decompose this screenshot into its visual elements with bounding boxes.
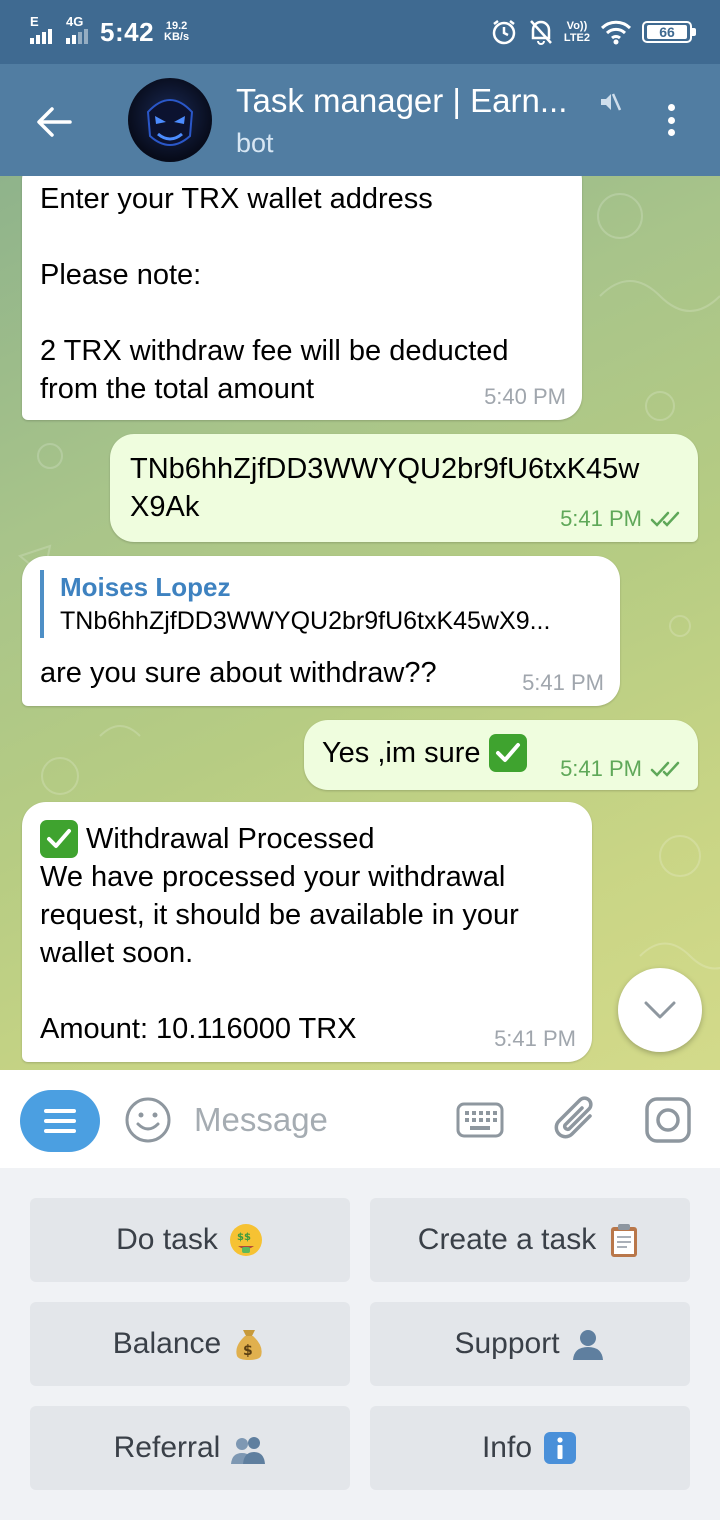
money-mouth-face-icon: $$ xyxy=(229,1224,262,1256)
bot-keyboard: Do task $$ Create a task Balance $ Suppo… xyxy=(0,1168,720,1520)
reply-snippet: TNb6hhZjfDD3WWYQU2br9fU6txK45wX9... xyxy=(60,607,551,635)
svg-text:$: $ xyxy=(243,1343,253,1359)
mask-avatar-icon xyxy=(146,99,194,146)
check-mark-button-emoji xyxy=(40,820,78,858)
message-text: are you sure about withdraw?? xyxy=(40,657,437,689)
balance-button[interactable]: Balance $ xyxy=(30,1302,350,1386)
status-right: Vo)) LTE2 66 xyxy=(490,14,696,50)
message-outgoing[interactable]: Yes ,im sure 5:41 PM xyxy=(304,720,698,790)
wifi-icon xyxy=(600,20,632,45)
message-time: 5:40 PM xyxy=(484,384,566,409)
message-incoming[interactable]: Enter your TRX wallet address Please not… xyxy=(22,176,582,420)
do-task-button[interactable]: Do task $$ xyxy=(30,1198,350,1282)
message-time: 5:41 PM xyxy=(560,756,684,782)
mute-notifications-icon xyxy=(529,20,552,45)
message-input-bar xyxy=(0,1070,720,1168)
message-time: 5:41 PM xyxy=(494,1026,576,1051)
info-button[interactable]: Info xyxy=(370,1406,690,1490)
alarm-icon xyxy=(492,20,516,45)
create-task-button[interactable]: Create a task xyxy=(370,1198,690,1282)
more-vert-icon[interactable] xyxy=(656,100,686,140)
support-button[interactable]: Support xyxy=(370,1302,690,1386)
signal-4g-icon: 4G xyxy=(64,14,90,46)
camera-icon[interactable] xyxy=(644,1096,692,1144)
scroll-down-button[interactable] xyxy=(618,968,702,1052)
message-incoming[interactable]: Withdrawal Processed We have processed y… xyxy=(22,802,592,1062)
message-input[interactable] xyxy=(194,1098,434,1142)
reply-preview[interactable]: Moises Lopez TNb6hhZjfDD3WWYQU2br9fU6txK… xyxy=(40,570,606,638)
message-text: We have processed your withdrawal reques… xyxy=(40,861,519,1045)
reply-sender-name: Moises Lopez xyxy=(60,572,231,602)
svg-text:$$: $$ xyxy=(237,1232,251,1243)
message-title: Withdrawal Processed xyxy=(86,823,375,855)
battery-icon: 66 xyxy=(642,21,696,43)
double-check-icon xyxy=(650,761,680,777)
status-left: E 4G 5:42 19.2 KB/s xyxy=(28,14,189,50)
double-check-icon xyxy=(650,511,680,527)
message-outgoing[interactable]: TNb6hhZjfDD3WWYQU2br9fU6txK45w X9Ak 5:41… xyxy=(110,434,698,542)
message-text: Enter your TRX wallet address Please not… xyxy=(40,183,509,405)
avatar[interactable] xyxy=(128,78,212,162)
muted-speaker-icon xyxy=(601,93,622,111)
clock: 5:42 xyxy=(100,16,155,47)
attach-icon[interactable] xyxy=(552,1094,600,1146)
chevron-down-icon xyxy=(644,1001,676,1019)
referral-button[interactable]: Referral xyxy=(30,1406,350,1490)
signal-e-icon: E xyxy=(28,14,54,46)
message-time: 5:41 PM xyxy=(560,506,684,532)
status-bar: E 4G 5:42 19.2 KB/s Vo)) LTE2 66 xyxy=(0,0,720,64)
bust-in-silhouette-icon xyxy=(572,1330,603,1360)
message-incoming-reply[interactable]: Moises Lopez TNb6hhZjfDD3WWYQU2br9fU6txK… xyxy=(22,556,620,706)
information-icon xyxy=(544,1432,577,1464)
message-text: Yes ,im sure xyxy=(322,737,481,769)
clipboard-icon xyxy=(611,1224,638,1257)
check-mark-button-emoji xyxy=(488,734,527,772)
keyboard-icon[interactable] xyxy=(456,1100,504,1140)
emoji-icon[interactable] xyxy=(124,1096,172,1144)
money-bag-icon: $ xyxy=(236,1330,262,1360)
chat-title[interactable]: Task manager | Earn... xyxy=(236,82,567,120)
busts-in-silhouette-icon xyxy=(231,1437,266,1464)
volte-indicator: Vo)) LTE2 xyxy=(563,20,590,44)
message-time: 5:41 PM xyxy=(522,670,604,695)
bot-menu-icon[interactable] xyxy=(20,1090,100,1152)
chat-header: Task manager | Earn... bot xyxy=(0,64,720,176)
back-button[interactable] xyxy=(30,98,78,146)
back-arrow-icon xyxy=(37,107,72,137)
network-speed: 19.2 KB/s xyxy=(164,20,190,43)
chat-subtitle: bot xyxy=(236,128,274,158)
chat-area[interactable]: Enter your TRX wallet address Please not… xyxy=(0,176,720,1070)
